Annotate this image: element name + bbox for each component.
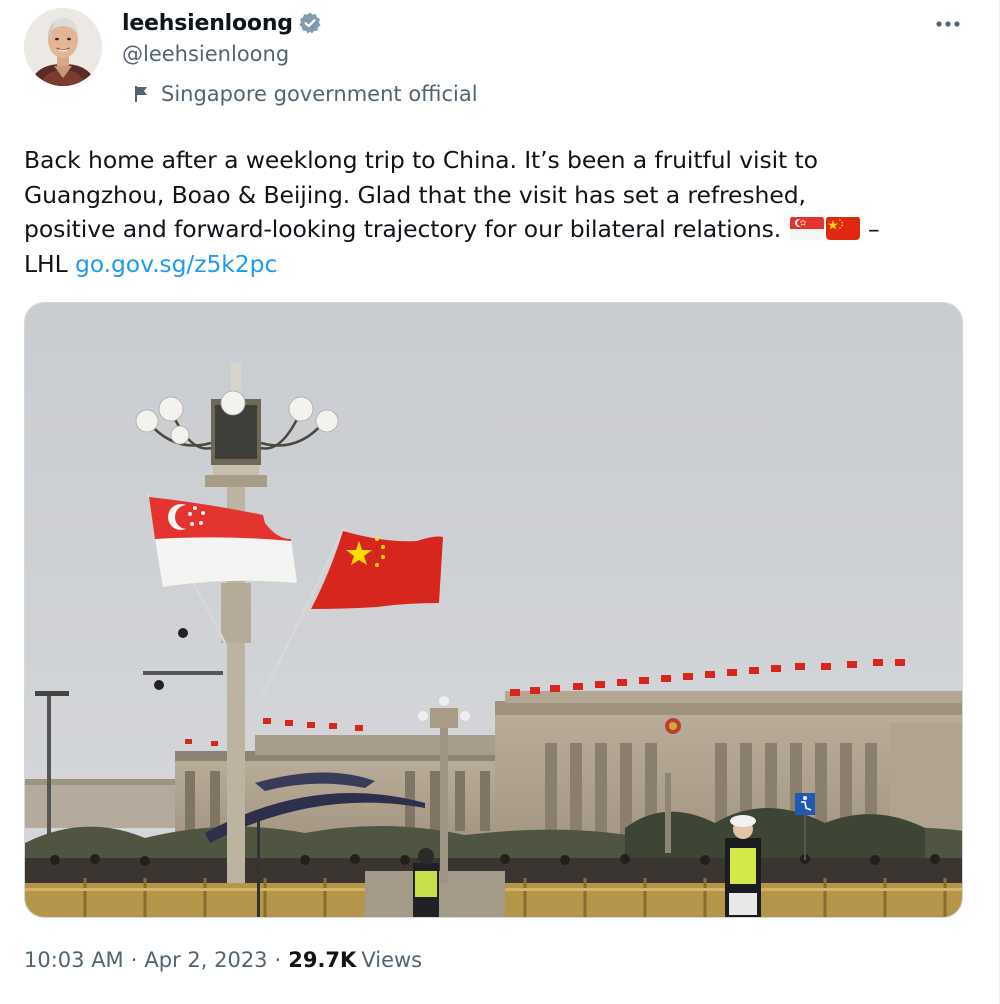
more-options-button[interactable]	[933, 10, 963, 38]
tweet-date[interactable]: Apr 2, 2023	[144, 948, 267, 972]
tweet: leehsienloong @leehsienloong Singapore g…	[0, 0, 1000, 1004]
singapore-flag-emoji	[789, 216, 824, 240]
affiliation-text: Singapore government official	[161, 82, 478, 106]
photo-flags-tiananmen	[25, 303, 962, 917]
author-display-name[interactable]: leehsienloong	[122, 11, 293, 36]
tweet-dash: –	[867, 215, 880, 243]
author-handle[interactable]: @leehsienloong	[122, 42, 289, 66]
tweet-signature: LHL	[24, 249, 68, 278]
tweet-text-line-3: positive and forward-looking trajectory …	[24, 215, 782, 243]
tweet-text-line-1: Back home after a weeklong trip to China…	[24, 146, 818, 174]
tweet-link[interactable]: go.gov.sg/z5k2pc	[75, 250, 277, 278]
verified-badge-icon[interactable]	[298, 11, 322, 35]
china-flag-emoji	[825, 216, 860, 240]
views-count: 29.7K	[288, 948, 357, 972]
author-name-row: leehsienloong	[122, 8, 322, 38]
tweet-text: Back home after a weeklong trip to China…	[24, 143, 974, 281]
more-horizontal-icon	[936, 21, 960, 27]
meta-separator: ·	[130, 948, 138, 972]
meta-separator: ·	[274, 948, 282, 972]
tweet-photo[interactable]	[24, 302, 963, 918]
tweet-meta: 10:03 AM · Apr 2, 2023 · 29.7K Views	[24, 948, 422, 972]
affiliation-label: Singapore government official	[132, 82, 478, 106]
tweet-text-line-2: Guangzhou, Boao & Beijing. Glad that the…	[24, 180, 806, 209]
views-label: Views	[361, 948, 423, 972]
avatar[interactable]	[24, 8, 102, 86]
flag-icon	[132, 84, 152, 104]
tweet-time[interactable]: 10:03 AM	[24, 948, 124, 972]
